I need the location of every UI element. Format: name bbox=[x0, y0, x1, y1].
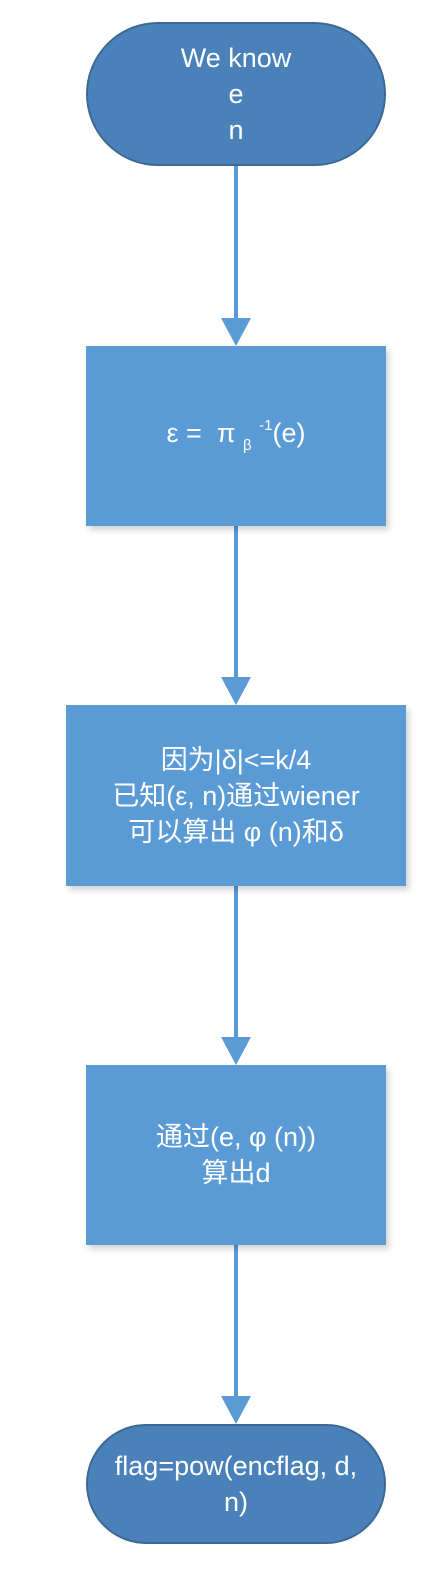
arrowhead-1 bbox=[221, 318, 251, 346]
arrowhead-4 bbox=[221, 1396, 251, 1424]
epsilon-formula: ε = π β -1(e) bbox=[167, 408, 306, 464]
epsilon-prefix: ε = π bbox=[166, 418, 243, 448]
wiener-process: 因为|δ|<=k/4 已知(ε, n)通过wiener 可以算出 φ (n)和δ bbox=[66, 705, 406, 886]
compute-d-line-2: 算出d bbox=[201, 1158, 271, 1188]
epsilon-suffix: (e) bbox=[272, 418, 306, 448]
epsilon-subscript: β bbox=[242, 437, 252, 454]
epsilon-process: ε = π β -1(e) bbox=[86, 346, 386, 526]
arrowhead-2 bbox=[221, 677, 251, 705]
start-line-3: n bbox=[228, 115, 244, 145]
wiener-line-1: 因为|δ|<=k/4 bbox=[160, 744, 312, 775]
end-line-2: n) bbox=[223, 1487, 248, 1517]
end-line-1: flag=pow(encflag, d, bbox=[114, 1451, 358, 1481]
wiener-line-2: 已知(ε, n)通过wiener bbox=[112, 780, 360, 811]
start-line-2: e bbox=[228, 79, 244, 109]
wiener-line-3: 可以算出 φ (n)和δ bbox=[128, 816, 344, 847]
epsilon-superscript: -1 bbox=[259, 417, 273, 434]
start-line-1: We know bbox=[180, 43, 292, 73]
start-terminal: We know e n bbox=[86, 22, 386, 166]
end-terminal: flag=pow(encflag, d, n) bbox=[86, 1424, 386, 1544]
arrowhead-3 bbox=[221, 1037, 251, 1065]
compute-d-process: 通过(e, φ (n)) 算出d bbox=[86, 1065, 386, 1245]
compute-d-line-1: 通过(e, φ (n)) bbox=[155, 1122, 316, 1152]
